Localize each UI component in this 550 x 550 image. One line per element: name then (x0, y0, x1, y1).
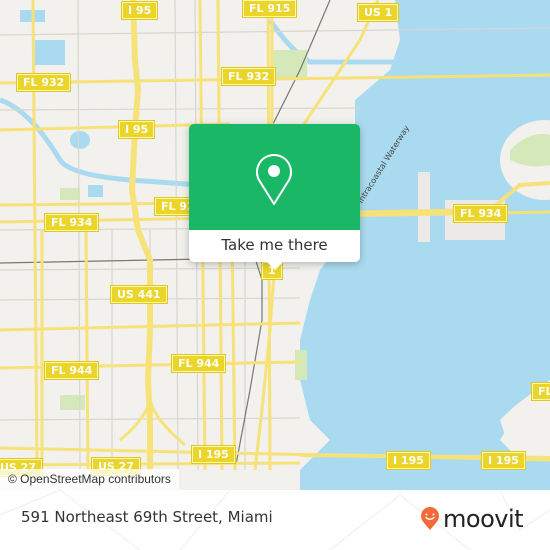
highway-shield: US 441 (111, 286, 167, 303)
i95-highway (128, 0, 153, 470)
highway-shield: I 95 (122, 2, 158, 19)
moovit-pin-icon (421, 507, 439, 530)
address-label: 591 Northeast 69th Street, Miami (21, 508, 273, 526)
highway-shield: FL 932 (222, 68, 276, 85)
map-view[interactable]: I 95 FL 915 US 1 FL 932 FL 932 I 95 FL 9… (0, 0, 550, 490)
highway-shield: US 1 (358, 4, 399, 21)
popup-tail (267, 262, 283, 270)
take-me-there-button[interactable]: Take me there (189, 230, 360, 262)
location-popup: Take me there (189, 124, 360, 270)
highway-shield: I 195 (387, 452, 430, 469)
highway-shield: FL 915 (243, 0, 297, 17)
highway-shield: FL 934 (454, 205, 508, 222)
highway-shield: I 195 (482, 452, 525, 469)
island-dodge-1 (418, 172, 430, 242)
highway-shield: FL (532, 383, 550, 400)
highway-shield: I 195 (192, 446, 235, 463)
highway-shield: FL 934 (45, 214, 99, 231)
highway-shield: FL 932 (17, 74, 71, 91)
map-pin-icon (256, 154, 292, 205)
highway-shield: FL 944 (45, 362, 99, 379)
popup-header (189, 124, 360, 230)
highway-shield: FL 944 (172, 355, 226, 372)
moovit-logo[interactable]: moovit (420, 504, 524, 534)
map-attribution[interactable]: © OpenStreetMap contributors (0, 469, 179, 490)
footer-bar: 591 Northeast 69th Street, Miami moovit (0, 490, 550, 550)
highway-shield: I 95 (119, 121, 155, 138)
canal (0, 97, 201, 188)
brand-wordmark: moovit (443, 505, 524, 533)
